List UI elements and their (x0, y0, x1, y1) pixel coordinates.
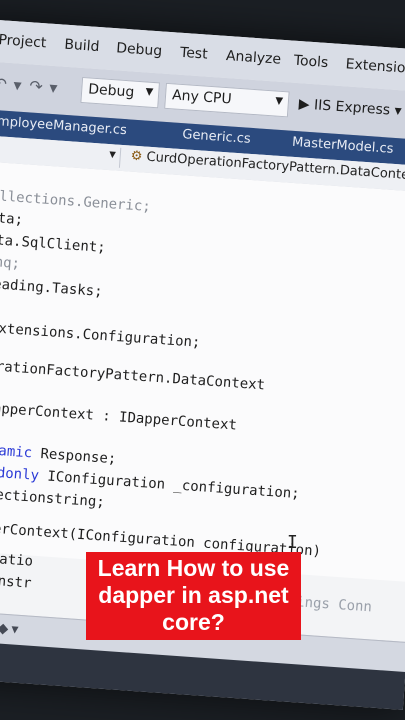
tab-generic[interactable]: Generic.cs (182, 127, 251, 147)
code-line: oft.Extensions.Configuration; (0, 317, 201, 351)
code-line: m.Data.SqlClient; (0, 230, 107, 256)
tab-employeemanager[interactable]: EmployeeManager.cs (0, 114, 127, 139)
text-cursor-icon: I (287, 532, 298, 553)
brush-icon[interactable]: ◆ (0, 620, 9, 637)
code-line: te dynamic Response; (0, 440, 117, 468)
platform-select[interactable]: Any CPU ▼ (164, 82, 290, 118)
run-iis-express-button[interactable]: ▶ IIS Express ▾ (298, 96, 402, 119)
menu-project[interactable]: Project (0, 32, 47, 51)
video-caption: Learn How to use dapper in asp.net core? (86, 552, 301, 640)
configuration-value: Debug (87, 81, 135, 101)
chevron-down-icon: ▼ (145, 86, 154, 98)
chevron-down-icon: ▾ (393, 102, 403, 120)
undo-icon[interactable]: ↶ (0, 74, 8, 94)
dropdown-arrow-icon[interactable]: ▾ (49, 78, 58, 98)
class-icon: ⚙ (130, 148, 143, 165)
dropdown-arrow-icon[interactable]: ▾ (13, 75, 22, 95)
chevron-down-icon: ▾ (108, 147, 117, 163)
code-line: rdOperationFactoryPattern.DataContext (0, 355, 266, 394)
caption-line: dapper in asp.net (98, 582, 289, 608)
chevron-down-icon[interactable]: ▾ (11, 621, 19, 637)
code-editor[interactable]: m; m.Collections.Generic; m.Data; m.Data… (0, 159, 405, 583)
keyword: te dynamic (0, 441, 33, 462)
caption-line: core? (162, 609, 225, 635)
chevron-down-icon: ▼ (274, 95, 284, 108)
code-line: m.Linq; (0, 251, 21, 273)
code-line: m.Data; (0, 208, 24, 229)
menu-analyze[interactable]: Analyze (225, 48, 281, 68)
code-text: Response; (31, 445, 117, 468)
code-line: ass DapperContext : IDapperContext (0, 398, 237, 434)
menu-test[interactable]: Test (180, 45, 209, 63)
caption-line: Learn How to use (97, 555, 290, 581)
keyword: te readonly (0, 463, 40, 484)
redo-icon[interactable]: ↷ (29, 76, 44, 96)
code-line: .Threading.Tasks; (0, 273, 104, 300)
menu-extensions[interactable]: Extensions (345, 56, 405, 77)
tab-mastermodel[interactable]: MasterModel.cs (292, 135, 394, 157)
platform-value: Any CPU (171, 87, 233, 108)
code-text: DapperContext : IDapperContext (0, 399, 238, 434)
menu-debug[interactable]: Debug (116, 40, 163, 59)
solution-configuration-select[interactable]: Debug ▼ (80, 76, 160, 109)
menu-tools[interactable]: Tools (293, 53, 329, 71)
menu-build[interactable]: Build (64, 37, 100, 55)
play-icon: ▶ (298, 96, 311, 113)
code-line: m.Collections.Generic; (0, 186, 152, 216)
code-line: nnectionstr (0, 569, 32, 592)
run-label: IIS Express (313, 97, 391, 119)
